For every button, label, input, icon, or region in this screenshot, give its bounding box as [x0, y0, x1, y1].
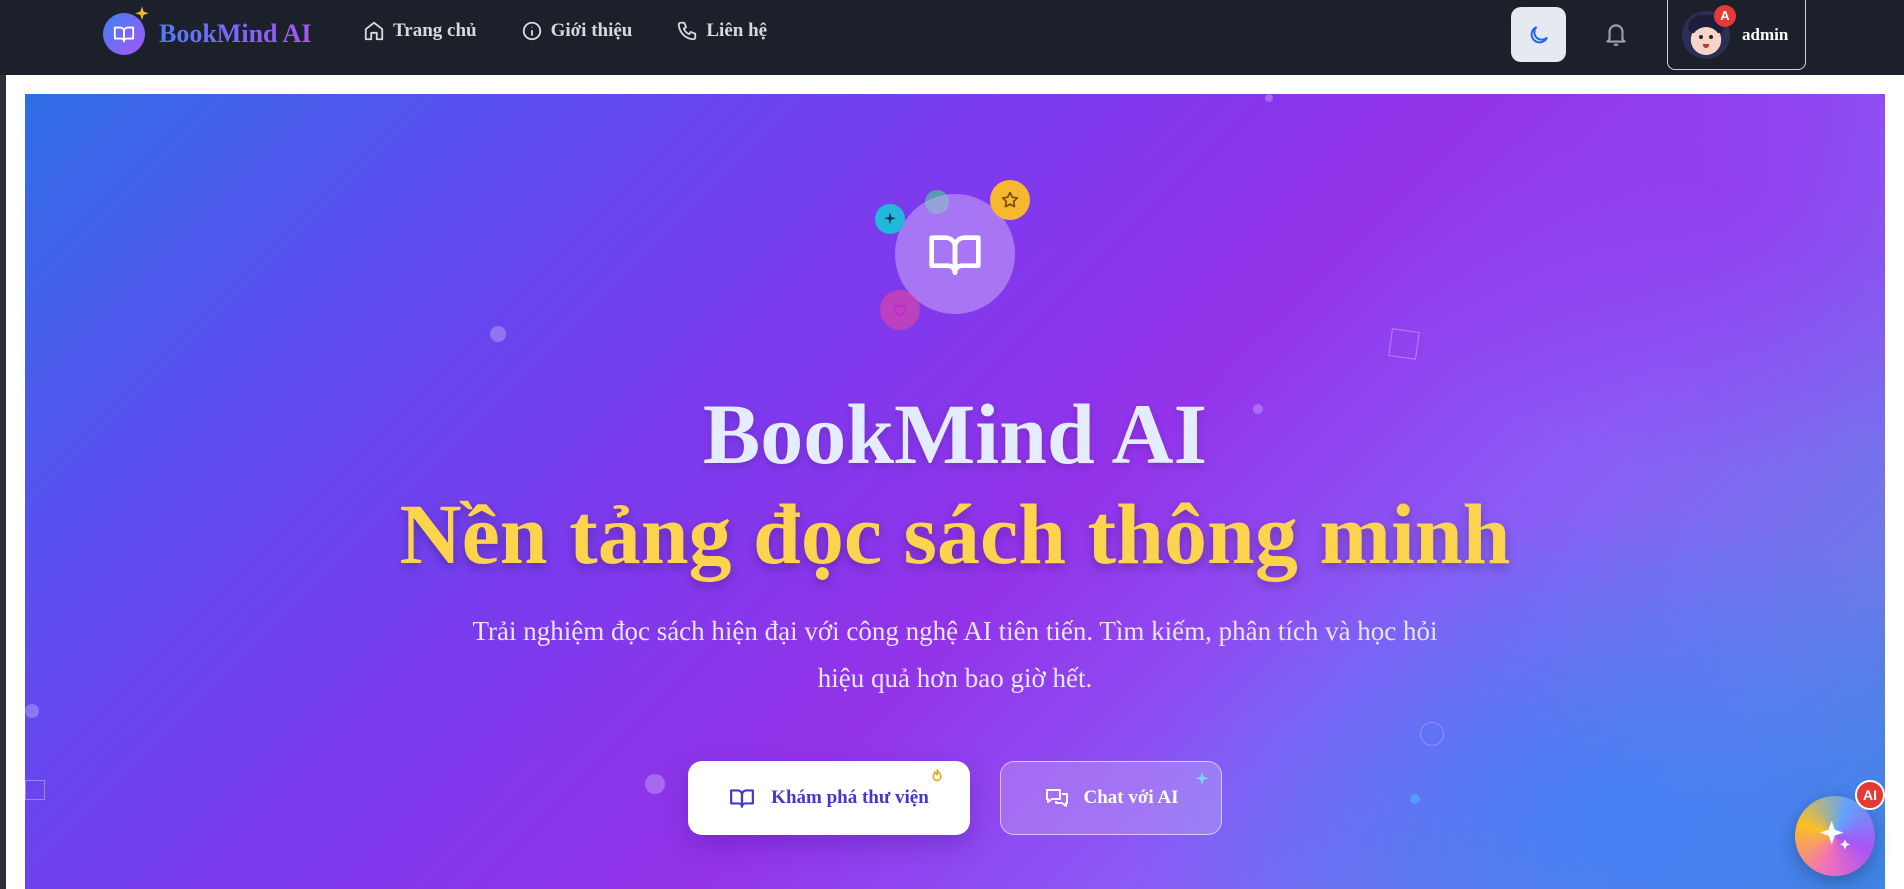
heart-icon — [880, 290, 920, 330]
fire-icon — [932, 769, 942, 782]
notifications-button[interactable] — [1601, 17, 1631, 51]
user-menu[interactable]: A admin — [1667, 0, 1806, 70]
decor-dot — [1410, 794, 1420, 804]
home-icon — [364, 21, 384, 41]
theme-toggle-button[interactable] — [1511, 7, 1566, 62]
decor-dot — [25, 704, 39, 718]
chat-ai-label: Chat với AI — [1083, 787, 1179, 808]
sparkle-icon — [135, 6, 149, 20]
decor-square — [25, 780, 45, 800]
avatar: A — [1682, 4, 1736, 59]
sparkles-icon — [1820, 821, 1850, 850]
avatar-badge: A — [1714, 4, 1736, 27]
decor-ring — [1420, 722, 1444, 746]
decor-dot — [645, 774, 665, 794]
main-nav: Trang chủ Giới thiệu Liên hệ — [363, 20, 811, 42]
top-navbar: BookMind AI Trang chủ Giới thiệu Liên hệ — [0, 0, 1904, 75]
nav-about[interactable]: Giới thiệu — [521, 20, 633, 42]
open-book-icon — [103, 6, 149, 55]
nav-contact[interactable]: Liên hệ — [676, 20, 767, 42]
chat-icon — [1045, 789, 1068, 807]
username: admin — [1742, 24, 1789, 44]
nav-home[interactable]: Trang chủ — [363, 20, 477, 42]
explore-library-label: Khám phá thư viện — [771, 787, 929, 808]
decor-dot — [490, 326, 506, 342]
hero-subtitle: Nền tảng đọc sách thông minh — [399, 486, 1511, 582]
brand-name: BookMind AI — [159, 19, 312, 48]
nav-about-label: Giới thiệu — [550, 20, 633, 41]
brand[interactable]: BookMind AI — [103, 6, 312, 55]
sparkle-icon — [875, 204, 905, 234]
hero-description: Trải nghiệm đọc sách hiện đại với công n… — [472, 616, 1438, 693]
phone-icon — [678, 21, 697, 41]
book-icon — [730, 789, 755, 808]
window-edge — [0, 0, 6, 889]
info-icon — [522, 21, 541, 41]
decor-dot — [1265, 94, 1273, 102]
decor-square — [1388, 328, 1420, 360]
bell-icon — [1606, 24, 1626, 46]
nav-contact-label: Liên hệ — [706, 20, 768, 41]
hero-section: BookMind AI Nền tảng đọc sách thông minh… — [25, 94, 1885, 889]
hero-title: BookMind AI — [702, 386, 1208, 482]
moon-icon — [1530, 25, 1548, 43]
explore-library-button[interactable]: Khám phá thư viện — [688, 761, 970, 835]
ai-badge: AI — [1855, 780, 1885, 810]
sparkle-icon — [1195, 771, 1209, 785]
chat-ai-button[interactable]: Chat với AI — [1000, 761, 1222, 835]
nav-home-label: Trang chủ — [393, 20, 477, 41]
star-icon — [990, 180, 1030, 220]
